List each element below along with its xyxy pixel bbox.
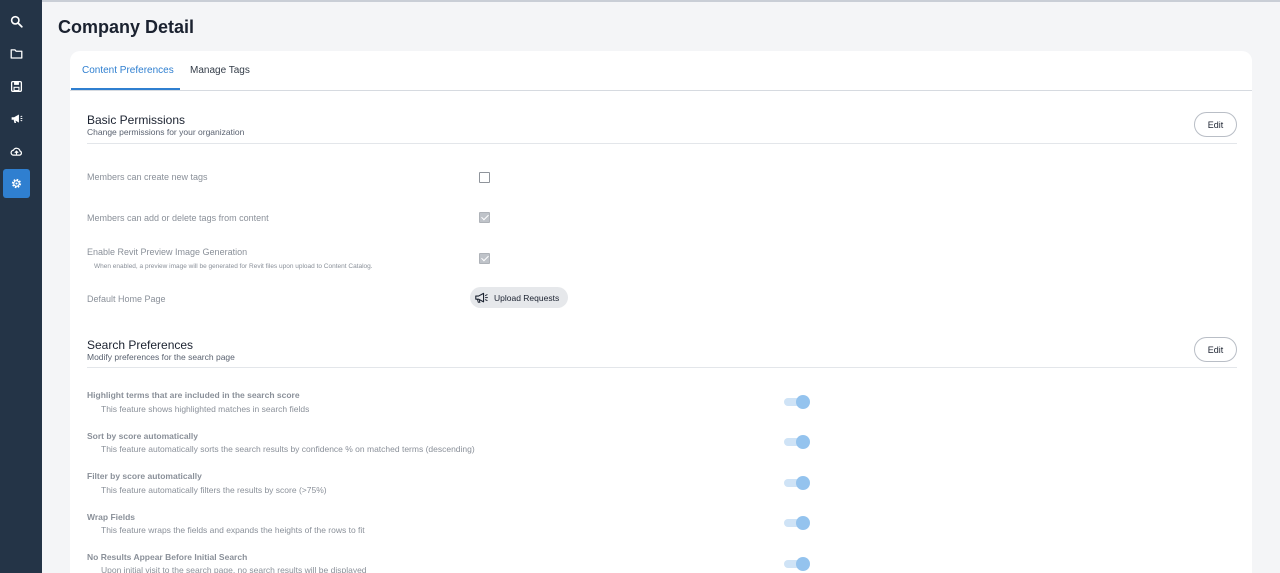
sidebar-item-upload[interactable] — [3, 137, 30, 166]
default-home-page-chip[interactable]: Upload Requests — [470, 287, 568, 308]
page-title: Company Detail — [58, 17, 195, 37]
pref-desc-wrap-fields: This feature wraps the fields and expand… — [101, 525, 365, 535]
sidebar-item-folder[interactable] — [3, 39, 30, 68]
sidebar-item-requests[interactable] — [3, 104, 30, 133]
gear-icon — [11, 178, 22, 189]
active-tab-indicator — [71, 88, 180, 90]
section-divider — [87, 143, 1237, 144]
pref-title-sort-by-score: Sort by score automatically — [87, 431, 199, 441]
no-results-initial-toggle[interactable] — [784, 556, 811, 572]
pref-title-highlight-terms: Highlight terms that are included in the… — [87, 390, 300, 400]
revit-preview-checkbox[interactable] — [479, 253, 490, 264]
basic-permissions-edit-button[interactable]: Edit — [1194, 112, 1237, 137]
save-icon — [10, 80, 23, 93]
basic-permissions-title: Basic Permissions — [87, 113, 186, 127]
search-preferences-subtitle: Modify preferences for the search page — [87, 352, 235, 362]
basic-permissions-subtitle: Change permissions for your organization — [87, 127, 245, 137]
folder-icon — [10, 49, 23, 59]
search-preferences-title: Search Preferences — [87, 338, 194, 352]
pref-title-filter-by-score: Filter by score automatically — [87, 471, 202, 481]
create-tags-checkbox[interactable] — [479, 172, 490, 183]
cloud-upload-icon — [10, 147, 22, 156]
search-preferences-edit-button[interactable]: Edit — [1194, 337, 1237, 362]
default-home-page-value: Upload Requests — [494, 292, 560, 303]
revit-preview-note: When enabled, a preview image will be ge… — [94, 263, 373, 270]
section-divider — [87, 367, 1237, 368]
sidebar-item-search[interactable] — [3, 7, 30, 36]
search-icon — [10, 15, 23, 28]
tab-bar: Content Preferences Manage Tags — [70, 51, 1252, 91]
permission-label-revit-preview: Enable Revit Preview Image Generation — [87, 247, 248, 257]
default-home-page-label: Default Home Page — [87, 294, 166, 304]
sidebar — [0, 0, 42, 573]
permission-label-add-delete-tags: Members can add or delete tags from cont… — [87, 213, 269, 223]
tab-manage-tags[interactable]: Manage Tags — [190, 65, 250, 76]
filter-by-score-toggle[interactable] — [784, 475, 811, 491]
permission-label-create-tags: Members can create new tags — [87, 172, 208, 182]
window-top-border — [0, 0, 1280, 2]
sidebar-item-settings[interactable] — [3, 169, 30, 198]
pref-desc-no-results-initial: Upon initial visit to the search page, n… — [101, 565, 367, 573]
pref-desc-sort-by-score: This feature automatically sorts the sea… — [101, 444, 475, 454]
wrap-fields-toggle[interactable] — [784, 515, 811, 531]
pref-desc-filter-by-score: This feature automatically filters the r… — [101, 485, 327, 495]
sort-by-score-toggle[interactable] — [784, 434, 811, 450]
sidebar-item-save[interactable] — [3, 72, 30, 101]
pref-desc-highlight-terms: This feature shows highlighted matches i… — [101, 404, 310, 414]
pref-title-no-results-initial: No Results Appear Before Initial Search — [87, 552, 248, 562]
tab-content-preferences[interactable]: Content Preferences — [82, 65, 174, 76]
megaphone-icon — [11, 114, 23, 123]
add-delete-tags-checkbox[interactable] — [479, 212, 490, 223]
pref-title-wrap-fields: Wrap Fields — [87, 512, 136, 522]
highlight-terms-toggle[interactable] — [784, 394, 811, 410]
megaphone-icon — [475, 292, 488, 303]
